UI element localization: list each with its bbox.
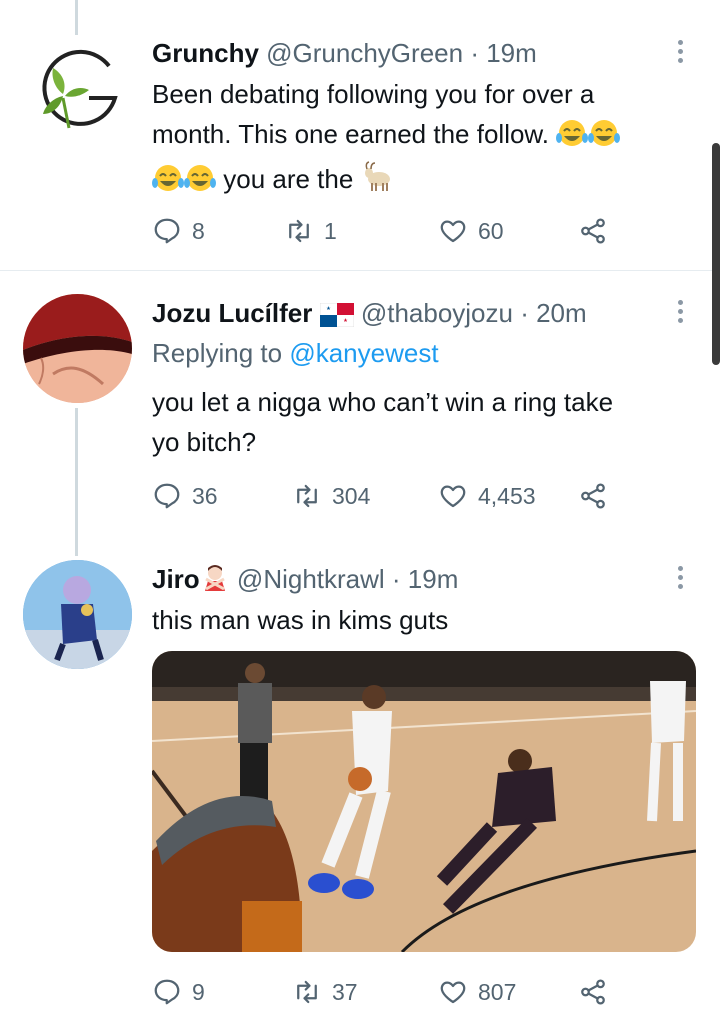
display-name[interactable]: Jozu Lucílfer [152,298,312,328]
retweet-button[interactable]: 37 [292,972,358,1012]
tweet-text-segment: you are the [223,164,354,194]
avatar[interactable] [23,38,132,147]
share-icon [581,483,605,509]
reply-button[interactable]: 8 [152,211,205,251]
heart-icon [440,981,466,1004]
retweet-count: 304 [332,482,371,509]
tweet-actions: 36 304 4,453 [152,476,622,516]
more-options-icon[interactable] [670,36,690,70]
anime-character-avatar-icon [23,560,132,669]
retweet-icon [297,980,317,1004]
tweet-text-line: you let a nigga who can’t win a ring tak… [152,387,614,417]
reply-count: 9 [192,978,205,1005]
share-button[interactable] [578,972,608,1012]
retweet-button[interactable]: 1 [284,211,337,251]
like-button[interactable]: 807 [438,972,516,1012]
grunchy-leaf-logo-icon [42,49,118,129]
tweet-text: this man was in kims guts [152,600,702,640]
tweet-header: Jozu Lucílfer @thaboyjozu · 20m [152,296,587,335]
thread-line-top [75,0,78,35]
timestamp[interactable]: · 19m [470,38,536,68]
tweet-text: Been debating following you for over a m… [152,74,702,204]
reply-button[interactable]: 36 [152,476,218,516]
tweet-header: Grunchy @GrunchyGreen · 19m [152,36,537,70]
tweet-text-line: this man was in kims guts [152,605,449,635]
retweet-icon [297,484,317,508]
avatar[interactable] [23,294,132,403]
display-name[interactable]: Jiro [152,564,200,594]
reply-count: 36 [192,482,218,509]
tears-of-joy-emoji-icon [184,163,216,204]
basketball-game-video-icon [152,651,696,952]
reply-count: 8 [192,217,205,244]
person-gesturing-no-emoji-icon [200,563,230,601]
like-count: 4,453 [478,482,536,509]
tears-of-joy-emoji-icon [588,118,621,159]
handle[interactable]: @Nightkrawl [237,564,385,594]
tweet-actions: 8 1 60 [152,211,622,251]
tweet-actions: 9 37 807 [152,972,622,1012]
share-icon [581,979,605,1005]
panama-flag-icon [319,301,354,335]
reply-icon [154,483,180,509]
handle[interactable]: @GrunchyGreen [266,38,463,68]
more-options-icon[interactable] [670,296,690,330]
heart-icon [440,220,466,243]
tears-of-joy-emoji-icon [556,118,589,159]
tweet-divider [0,270,720,271]
reply-icon [154,979,180,1005]
like-button[interactable]: 60 [438,211,504,251]
share-icon [581,218,605,244]
heart-icon [440,485,466,508]
share-button[interactable] [578,211,608,251]
tweet-header: Jiro @Nightkrawl · 19m [152,562,458,601]
tweet-text: you let a nigga who can’t win a ring tak… [152,382,702,462]
retweet-count: 1 [324,217,337,244]
replying-to-label: Replying to [152,338,283,368]
tweet-text-line: month. This one earned the follow. [152,114,702,159]
like-count: 60 [478,217,504,244]
replying-to: Replying to @kanyewest [152,336,439,370]
thread-line-middle [75,408,78,556]
reply-icon [154,218,180,244]
reply-button[interactable]: 9 [152,972,205,1012]
more-options-icon[interactable] [670,562,690,596]
like-button[interactable]: 4,453 [438,476,536,516]
avatar[interactable] [23,560,132,669]
retweet-button[interactable]: 304 [292,476,370,516]
timestamp[interactable]: · 20m [520,298,586,328]
handle[interactable]: @thaboyjozu [361,298,513,328]
share-button[interactable] [578,476,608,516]
retweet-count: 37 [332,978,358,1005]
retweet-icon [289,219,309,243]
display-name[interactable]: Grunchy [152,38,259,68]
replying-to-link[interactable]: @kanyewest [289,338,438,368]
red-cap-avatar-icon [23,294,132,403]
scrollbar[interactable] [712,143,720,365]
goat-emoji-icon [361,161,397,204]
tweet-text-line: you are the [152,159,702,204]
tweet-text-segment: month. This one earned the follow. [152,119,549,149]
like-count: 807 [478,978,517,1005]
tweet-text-line: Been debating following you for over a [152,79,595,109]
tweet-media-video[interactable] [152,651,696,952]
timestamp[interactable]: · 19m [392,564,458,594]
tweet-text-line: yo bitch? [152,427,257,457]
tears-of-joy-emoji-icon [152,163,184,204]
